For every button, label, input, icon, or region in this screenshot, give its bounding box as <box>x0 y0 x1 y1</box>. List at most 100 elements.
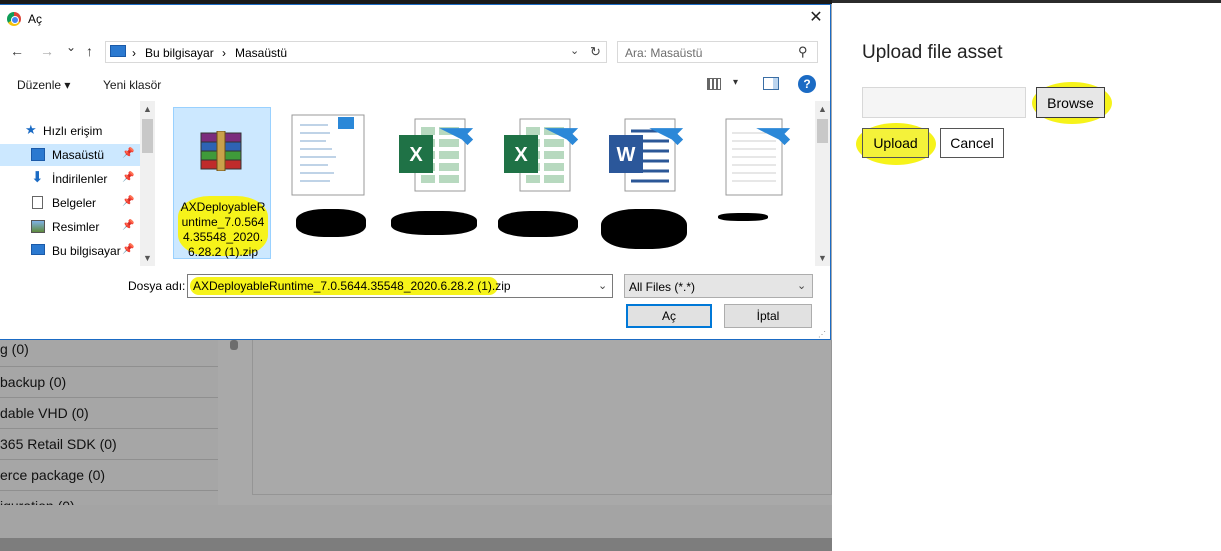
recent-locations-chevron-icon[interactable]: ⌄ <box>66 40 76 54</box>
svg-text:X: X <box>409 144 423 166</box>
pin-icon[interactable]: 📌 <box>122 220 134 231</box>
background-footer-strip <box>0 538 832 551</box>
nav-item-desktop[interactable]: Masaüstü 📌 <box>0 144 140 166</box>
file-name-label: Dosya adı: <box>128 279 186 293</box>
excel-shortcut-icon: X <box>399 118 474 192</box>
address-bar[interactable]: › Bu bilgisayar › Masaüstü ⌄ ↻ <box>105 41 607 63</box>
winrar-archive-icon <box>200 131 242 171</box>
computer-icon <box>31 244 45 255</box>
file-item[interactable]: W <box>593 107 691 259</box>
breadcrumb-desktop[interactable]: Masaüstü <box>235 46 287 60</box>
scroll-thumb[interactable] <box>817 119 828 143</box>
forward-arrow-icon[interactable]: → <box>40 43 54 59</box>
redaction-mark <box>601 209 687 249</box>
navigation-bar: ← → ⌄ ↑ › Bu bilgisayar › Masaüstü ⌄ ↻ A… <box>0 39 830 65</box>
nav-item-label: İndirilenler <box>52 172 108 186</box>
file-path-input[interactable] <box>862 87 1026 118</box>
breadcrumb-separator: › <box>222 46 226 60</box>
file-item[interactable]: X <box>488 107 586 259</box>
background-scrollbar[interactable] <box>230 340 238 350</box>
list-item[interactable]: dable VHD (0) <box>0 398 218 429</box>
resize-grip-icon[interactable]: ⋰ <box>818 330 826 339</box>
file-item[interactable]: AXDeployableRuntime_7.0.5644.35548_2020.… <box>173 107 271 259</box>
help-icon[interactable]: ? <box>798 75 816 93</box>
pin-icon[interactable]: 📌 <box>122 244 134 255</box>
nav-item-this-pc[interactable]: Bu bilgisayar 📌 <box>0 240 140 262</box>
dialog-cancel-button[interactable]: İptal <box>724 304 812 328</box>
navigation-pane: ★ Hızlı erişim Masaüstü 📌 ⬇ İndirilenler… <box>0 101 155 266</box>
list-item[interactable]: g (0) <box>0 340 218 367</box>
pin-icon[interactable]: 📌 <box>122 148 134 159</box>
computer-icon <box>110 45 126 57</box>
scroll-up-icon[interactable]: ▲ <box>818 104 827 114</box>
up-arrow-icon[interactable]: ↑ <box>86 43 93 59</box>
upload-button[interactable]: Upload <box>862 128 929 158</box>
refresh-icon[interactable]: ↻ <box>590 44 601 60</box>
list-item[interactable]: erce package (0) <box>0 460 218 491</box>
file-type-select[interactable]: All Files (*.*) ⌄ <box>624 274 813 298</box>
file-name-input[interactable]: AXDeployableRuntime_7.0.5644.35548_2020.… <box>187 274 613 298</box>
dialog-titlebar[interactable]: Aç ✕ <box>0 5 830 33</box>
redaction-mark <box>296 209 366 237</box>
breadcrumb-this-pc[interactable]: Bu bilgisayar <box>145 46 214 60</box>
download-icon: ⬇ <box>31 169 44 186</box>
nav-item-label: Masaüstü <box>52 148 105 162</box>
file-type-value: All Files (*.*) <box>629 280 696 294</box>
chevron-down-icon[interactable]: ⌄ <box>570 44 579 57</box>
file-item[interactable]: X <box>383 107 481 259</box>
file-name: AXDeployableRuntime_7.0.5644.35548_2020.… <box>180 200 266 259</box>
panel-title: Upload file asset <box>862 42 1003 63</box>
pin-icon[interactable]: 📌 <box>122 196 134 207</box>
scroll-down-icon[interactable]: ▼ <box>143 253 152 263</box>
chrome-icon <box>7 12 21 26</box>
nav-item-label: Belgeler <box>52 196 97 210</box>
file-list-scrollbar[interactable]: ▲ ▼ <box>815 101 830 266</box>
pictures-icon <box>31 220 45 233</box>
nav-item-quick-access[interactable]: ★ Hızlı erişim <box>0 120 140 142</box>
nav-item-label: Hızlı erişim <box>43 124 103 138</box>
cancel-button[interactable]: Cancel <box>940 128 1004 158</box>
search-input[interactable]: Ara: Masaüstü ⚲ <box>617 41 818 63</box>
star-icon: ★ <box>25 122 37 137</box>
nav-item-documents[interactable]: Belgeler 📌 <box>0 192 140 214</box>
pin-icon[interactable]: 📌 <box>122 172 134 183</box>
dialog-title: Aç <box>28 12 43 26</box>
new-folder-button[interactable]: Yeni klasör <box>103 78 161 92</box>
list-item[interactable]: 365 Retail SDK (0) <box>0 429 218 460</box>
back-arrow-icon[interactable]: ← <box>10 43 24 59</box>
desktop-icon <box>31 148 45 161</box>
chevron-down-icon[interactable]: ⌄ <box>598 279 607 292</box>
nav-pane-scrollbar[interactable]: ▲ ▼ <box>140 101 155 266</box>
close-icon[interactable]: ✕ <box>807 8 825 28</box>
search-placeholder: Ara: Masaüstü <box>625 46 703 60</box>
list-item[interactable]: backup (0) <box>0 367 218 398</box>
file-open-dialog: Aç ✕ ← → ⌄ ↑ › Bu bilgisayar › Masaüstü … <box>0 4 831 340</box>
file-name-value: AXDeployableRuntime_7.0.5644.35548_2020.… <box>193 279 511 293</box>
scroll-down-icon[interactable]: ▼ <box>818 253 827 263</box>
nav-item-pictures[interactable]: Resimler 📌 <box>0 216 140 238</box>
nav-item-label: Bu bilgisayar <box>52 244 121 258</box>
chevron-down-icon[interactable]: ⌄ <box>797 279 806 292</box>
word-shortcut-icon: W <box>609 118 684 192</box>
nav-item-downloads[interactable]: ⬇ İndirilenler 📌 <box>0 168 140 190</box>
svg-text:W: W <box>617 144 636 166</box>
dialog-toolbar: Düzenle ▾ Yeni klasör ▾ ? <box>0 71 830 99</box>
preview-pane-icon[interactable] <box>763 77 779 90</box>
background-content-panel <box>252 340 832 495</box>
text-document-icon <box>291 114 365 196</box>
file-item[interactable] <box>278 107 376 259</box>
search-icon[interactable]: ⚲ <box>798 44 808 60</box>
scroll-up-icon[interactable]: ▲ <box>143 104 152 114</box>
svg-text:X: X <box>514 144 528 166</box>
browse-button[interactable]: Browse <box>1036 87 1105 118</box>
scroll-thumb[interactable] <box>142 119 153 153</box>
open-button[interactable]: Aç <box>626 304 712 328</box>
view-options-icon[interactable] <box>707 78 721 90</box>
organize-menu[interactable]: Düzenle ▾ <box>17 78 70 92</box>
documents-icon <box>32 196 43 209</box>
chevron-down-icon[interactable]: ▾ <box>733 77 738 88</box>
file-item[interactable] <box>698 107 796 259</box>
nav-item-label: Resimler <box>52 220 100 234</box>
upload-file-asset-panel: Upload file asset Browse Upload Cancel <box>832 0 1221 551</box>
excel-shortcut-icon: X <box>504 118 579 192</box>
